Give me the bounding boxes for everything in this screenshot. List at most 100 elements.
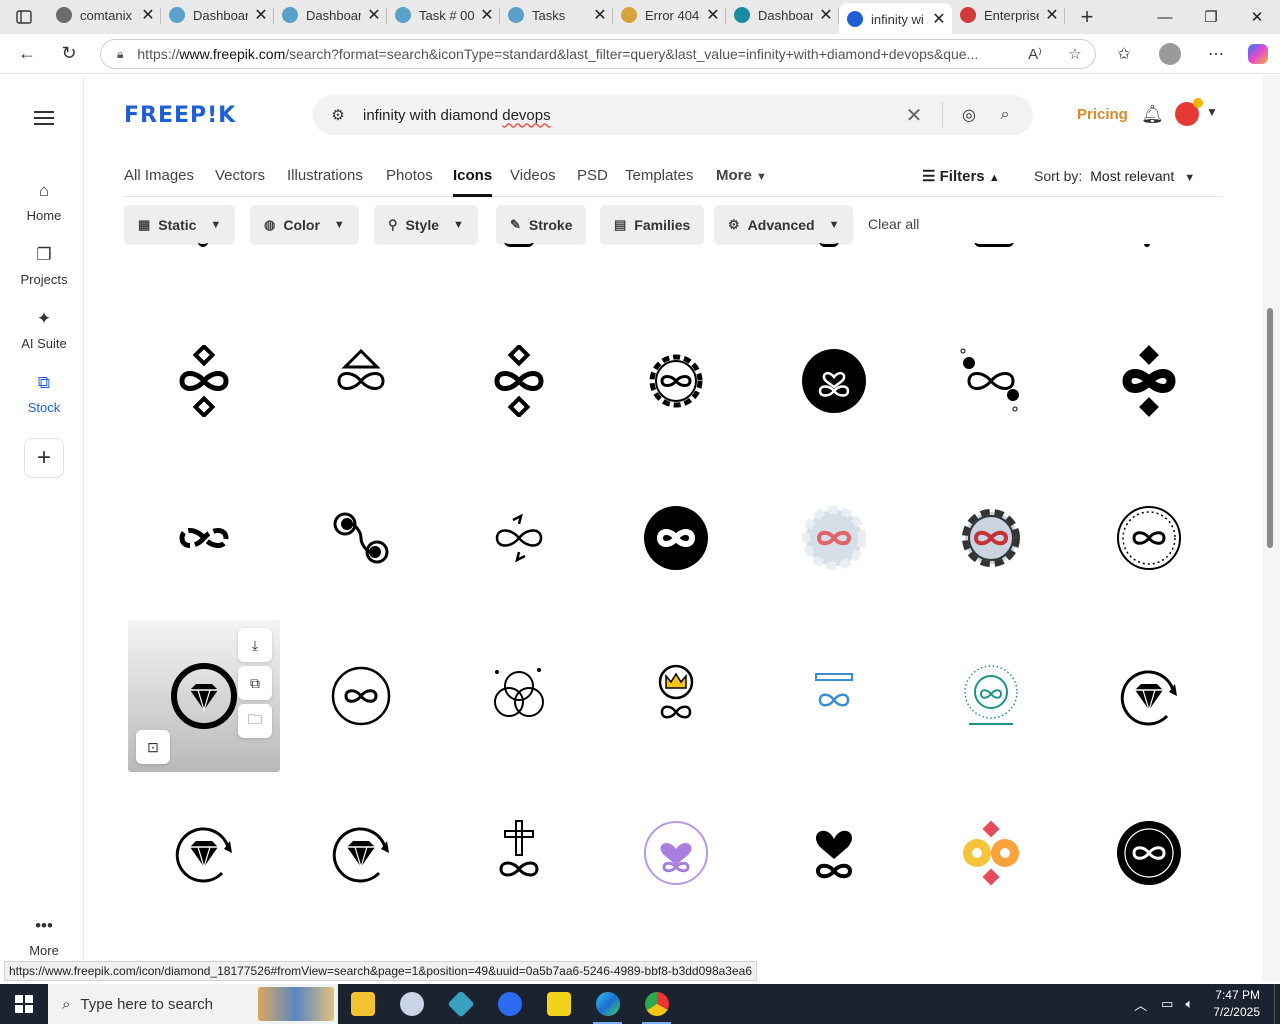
tab-close-icon[interactable]: ✕ — [819, 5, 833, 25]
icon-result-triangle-knot[interactable] — [443, 620, 595, 772]
browser-tab[interactable]: Error 404 ✕ — [613, 1, 726, 29]
browser-tab[interactable]: comtanix ✕ — [48, 1, 161, 29]
tab-actions-icon[interactable] — [0, 0, 48, 34]
sort-dropdown[interactable]: Sort by: Most relevant ▼ — [1034, 168, 1195, 184]
minimize-icon[interactable]: — — [1142, 0, 1188, 34]
icon-result-heart-infinity-solid[interactable] — [758, 777, 910, 929]
icon-result-gear-infinity[interactable] — [600, 305, 752, 457]
camera-search-icon[interactable]: ◎ — [951, 105, 987, 125]
tab-close-icon[interactable]: ✕ — [932, 9, 946, 29]
browser-tab[interactable]: Dashboard ✕ — [726, 1, 839, 29]
tab-close-icon[interactable]: ✕ — [1045, 5, 1059, 25]
icon-result-partial[interactable] — [819, 243, 839, 247]
settings-more-icon[interactable]: ⋯ — [1196, 34, 1236, 74]
tab-illustrations[interactable]: Illustrations — [287, 167, 363, 184]
sidebar-more[interactable]: ••• More — [4, 915, 84, 958]
icon-result-infinity-diamond-outline[interactable] — [128, 305, 280, 457]
freepik-logo[interactable]: FREEP!K — [124, 103, 236, 128]
icon-result-partial[interactable] — [504, 243, 534, 247]
search-similar-icon[interactable]: ⊡ — [136, 730, 170, 764]
favorites-icon[interactable]: ✩ — [1104, 34, 1144, 74]
filter-style-button[interactable]: ⚲ Style ▼ — [374, 205, 478, 245]
icon-result-infinity-gears[interactable] — [285, 462, 437, 614]
icon-result-diamond-arrows[interactable] — [1073, 620, 1222, 772]
read-aloud-icon[interactable]: A⁾ — [1015, 45, 1055, 63]
account-chevron-down-icon[interactable]: ▼ — [1206, 105, 1218, 119]
copy-icon[interactable]: ⧉ — [238, 666, 272, 700]
icon-result-cross-infinity[interactable] — [443, 777, 595, 929]
tab-vectors[interactable]: Vectors — [215, 167, 265, 184]
icon-result-infinity-sunburst[interactable] — [915, 620, 1067, 772]
icon-result-infinity-dollar[interactable] — [915, 305, 1067, 457]
icon-result-infinity-stamp[interactable] — [1073, 462, 1222, 614]
search-input[interactable]: infinity with diamond devops — [363, 107, 894, 124]
taskbar-clock[interactable]: 7:47 PM 7/2/2025 — [1213, 987, 1260, 1021]
icon-result-diamond-circle[interactable]: ⤓ ⧉ 🗀︎ ⊡ — [128, 620, 280, 772]
browser-tab[interactable]: infinity wi ✕ — [839, 3, 952, 35]
icon-result-heart-infinity-circle[interactable] — [758, 305, 910, 457]
scrollbar-thumb[interactable] — [1267, 308, 1273, 548]
app-diamond-icon[interactable] — [436, 984, 485, 1024]
icon-result-infinity-yellow-red[interactable] — [915, 777, 1067, 929]
page-scrollbar[interactable] — [1262, 75, 1280, 981]
network-icon[interactable]: ▭ — [1161, 996, 1173, 1012]
refresh-icon[interactable]: ↻ — [48, 34, 90, 74]
tab-videos[interactable]: Videos — [510, 167, 556, 184]
clear-all-filters-link[interactable]: Clear all — [868, 216, 919, 232]
notifications-bell-icon[interactable]: 🔔︎ — [1141, 104, 1164, 125]
tab-close-icon[interactable]: ✕ — [480, 5, 494, 25]
browser-tab[interactable]: Task # 00 ✕ — [387, 1, 500, 29]
file-explorer-icon[interactable] — [338, 984, 387, 1024]
download-icon[interactable]: ⤓ — [238, 628, 272, 662]
icon-result-infinity-broken[interactable] — [128, 462, 280, 614]
favorite-star-icon[interactable]: ☆ — [1055, 45, 1095, 63]
browser-tab[interactable]: Dashboard ✕ — [274, 1, 387, 29]
tab-photos[interactable]: Photos — [386, 167, 433, 184]
site-info-icon[interactable]: 🔒︎ — [117, 47, 123, 62]
icon-result-infinity-diamond-solid[interactable] — [1073, 305, 1222, 457]
icon-result-diamond-arrows[interactable] — [128, 777, 280, 929]
icon-result-gear-infinity-red[interactable] — [758, 462, 910, 614]
search-icon[interactable]: ⌕ — [987, 106, 1023, 124]
search-filter-icon[interactable]: ⚙︎ — [313, 106, 363, 124]
save-to-collection-icon[interactable]: 🗀︎ — [238, 704, 272, 738]
browser-tab[interactable]: Enterprise ✕ — [952, 1, 1065, 29]
tab-close-icon[interactable]: ✕ — [141, 5, 155, 25]
tab-templates[interactable]: Templates — [625, 167, 693, 184]
new-tab-button[interactable]: + — [1065, 4, 1109, 30]
back-icon[interactable]: ← — [6, 34, 48, 74]
search-bar[interactable]: ⚙︎ infinity with diamond devops ✕ ◎ ⌕ — [313, 95, 1033, 135]
sticky-notes-icon[interactable] — [534, 984, 583, 1024]
filter-stroke-button[interactable]: ✎ Stroke — [496, 205, 587, 245]
url-bar[interactable]: 🔒︎ https://www.freepik.com/search?format… — [100, 39, 1096, 69]
icon-result-infinity-arrows[interactable] — [443, 462, 595, 614]
copilot-icon[interactable] — [1238, 34, 1278, 74]
sidebar-item-projects[interactable]: ❐ Projects — [4, 244, 84, 287]
restore-icon[interactable]: ❐ — [1188, 0, 1234, 34]
add-button[interactable]: + — [24, 438, 64, 478]
sidebar-item-ai-suite[interactable]: ✦ AI Suite — [4, 308, 84, 351]
icon-result-crown-infinity[interactable] — [600, 620, 752, 772]
icon-result-diamond-arrows[interactable] — [285, 777, 437, 929]
show-desktop-button[interactable] — [1274, 984, 1280, 1024]
user-avatar[interactable] — [1175, 98, 1203, 126]
sidebar-item-home[interactable]: ⌂ Home — [4, 180, 84, 223]
browser-tab[interactable]: Dashboard ✕ — [161, 1, 274, 29]
filter-families-button[interactable]: ▤ Families — [600, 205, 705, 245]
icon-result-heart-infinity-purple[interactable] — [600, 777, 752, 929]
filters-toggle[interactable]: ☰ Filters ▲ — [922, 167, 1000, 185]
show-hidden-icons[interactable]: ︿ — [1134, 995, 1147, 1014]
chrome-icon[interactable] — [632, 984, 681, 1024]
taskbar-search-box[interactable]: ⌕ Type here to search — [48, 984, 338, 1024]
tab-close-icon[interactable]: ✕ — [254, 5, 268, 25]
pricing-link[interactable]: Pricing — [1077, 106, 1128, 123]
zoom-icon[interactable] — [485, 984, 534, 1024]
clear-search-icon[interactable]: ✕ — [894, 103, 934, 128]
icon-result-infinity-diamond-outline[interactable] — [443, 305, 595, 457]
icon-result-partial[interactable] — [198, 243, 208, 247]
tab-close-icon[interactable]: ✕ — [593, 5, 607, 25]
menu-icon[interactable] — [34, 107, 54, 129]
filter-static-button[interactable]: ▦ Static ▼ — [124, 205, 236, 245]
sidebar-item-stock[interactable]: ⧉ Stock — [4, 372, 84, 415]
close-window-icon[interactable]: ✕ — [1234, 0, 1280, 34]
